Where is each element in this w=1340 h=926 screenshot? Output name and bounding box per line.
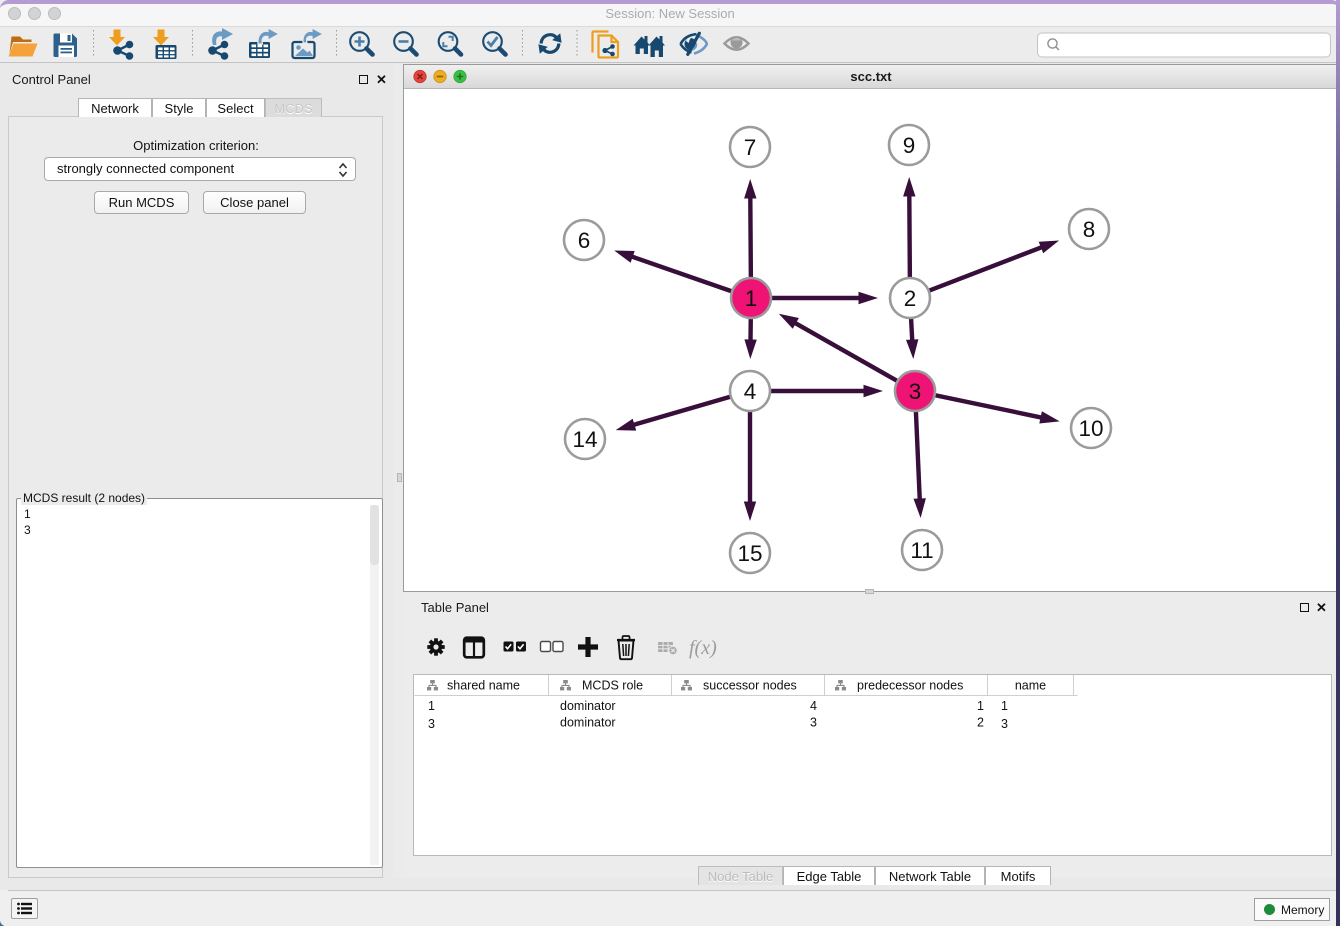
svg-text:1: 1 bbox=[977, 699, 984, 713]
svg-text:3: 3 bbox=[1001, 717, 1008, 731]
svg-text:7: 7 bbox=[744, 135, 757, 160]
svg-text:15: 15 bbox=[737, 541, 762, 566]
svg-text:successor nodes: successor nodes bbox=[703, 679, 797, 693]
svg-text:4: 4 bbox=[744, 379, 757, 404]
svg-text:MCDS role: MCDS role bbox=[582, 679, 643, 693]
svg-text:10: 10 bbox=[1078, 416, 1103, 441]
svg-text:3: 3 bbox=[909, 379, 922, 404]
svg-text:3: 3 bbox=[428, 717, 435, 731]
svg-text:dominator: dominator bbox=[560, 699, 616, 713]
svg-text:2: 2 bbox=[904, 286, 917, 311]
svg-text:name: name bbox=[1015, 679, 1046, 693]
svg-text:1: 1 bbox=[1001, 699, 1008, 713]
svg-text:predecessor nodes: predecessor nodes bbox=[857, 679, 963, 693]
svg-text:dominator: dominator bbox=[560, 716, 616, 730]
svg-text:3: 3 bbox=[810, 716, 817, 730]
svg-text:f(x): f(x) bbox=[689, 637, 717, 659]
svg-text:8: 8 bbox=[1083, 217, 1096, 242]
svg-text:6: 6 bbox=[578, 228, 591, 253]
svg-text:1: 1 bbox=[428, 699, 435, 713]
svg-text:4: 4 bbox=[810, 699, 817, 713]
svg-text:2: 2 bbox=[977, 716, 984, 730]
svg-text:14: 14 bbox=[572, 427, 597, 452]
svg-text:shared name: shared name bbox=[447, 679, 520, 693]
svg-text:1: 1 bbox=[745, 286, 758, 311]
svg-text:11: 11 bbox=[910, 538, 933, 563]
svg-text:9: 9 bbox=[903, 133, 916, 158]
